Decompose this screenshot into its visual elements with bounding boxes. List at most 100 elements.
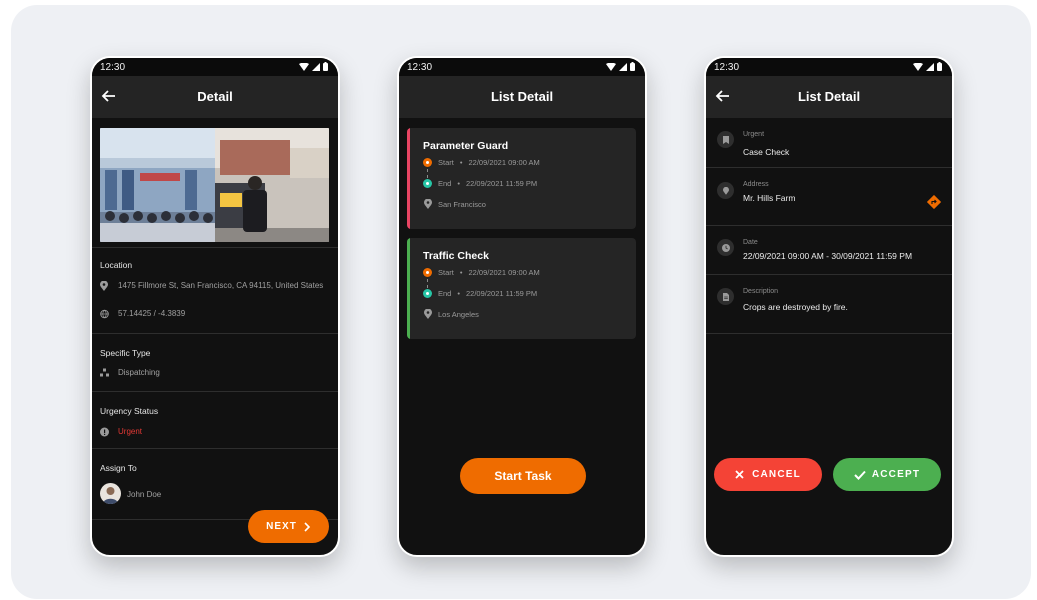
cancel-button[interactable]: CANCEL (714, 458, 822, 491)
task-location-row: San Francisco (423, 199, 486, 209)
globe-icon (100, 309, 109, 319)
assignee-name: John Doe (127, 490, 162, 499)
field-label: Urgent (743, 131, 765, 138)
urgency-section: Urgency Status Urgent (92, 392, 338, 449)
task-location: San Francisco (438, 199, 486, 209)
start-task-button[interactable]: Start Task (460, 458, 586, 494)
field-date: Date 22/09/2021 09:00 AM - 30/09/2021 11… (706, 226, 952, 275)
task-title: Traffic Check (423, 250, 489, 262)
task-start-row: Start • 22/09/2021 09:00 AM (423, 158, 540, 167)
urgency-title: Urgency Status (100, 406, 159, 416)
end-time: 22/09/2021 11:59 PM (466, 179, 538, 188)
location-pin-icon (722, 186, 729, 195)
address-text: 1475 Fillmore St, San Francisco, CA 9411… (118, 281, 324, 290)
wifi-icon (606, 62, 616, 71)
task-color-bar (407, 238, 410, 339)
bookmark-icon (722, 135, 729, 144)
status-bar: 12:30 (92, 58, 338, 76)
task-location: Los Angeles (438, 309, 479, 319)
field-icon-circle (717, 239, 734, 256)
battery-icon (323, 62, 328, 71)
phone-list-screen: 12:30 List Detail Parameter Guard Start •… (397, 56, 647, 557)
task-detail-fields: Urgent Case Check Address Mr. Hills Farm… (706, 118, 952, 555)
field-label: Description (743, 288, 779, 295)
task-card[interactable]: Parameter Guard Start • 22/09/2021 09:00 … (407, 128, 636, 229)
end-dot-icon (423, 289, 432, 298)
location-section: Location 1475 Fillmore St, San Francisco… (92, 247, 338, 334)
start-time: 22/09/2021 09:00 AM (468, 268, 540, 277)
start-label: Start (438, 158, 454, 167)
task-end-row: End • 22/09/2021 11:59 PM (423, 179, 537, 188)
task-end-row: End • 22/09/2021 11:59 PM (423, 289, 537, 298)
end-label: End (438, 289, 452, 298)
field-value: Case Check (743, 147, 790, 157)
clock-icon (721, 243, 730, 252)
assignee-avatar (100, 483, 121, 504)
location-pin-icon (424, 309, 432, 319)
field-label: Address (743, 181, 769, 188)
specific-type-row: Dispatching (100, 368, 326, 378)
user-avatar-icon (103, 487, 118, 504)
status-bar: 12:30 (399, 58, 645, 76)
field-icon-circle (717, 131, 734, 148)
status-bar: 12:30 (706, 58, 952, 76)
signal-icon (619, 62, 627, 71)
location-pin-icon (100, 281, 108, 291)
phone-detail-screen: 12:30 Detail Location 1475 Fillmore St, … (90, 56, 340, 557)
directions-icon[interactable] (927, 195, 941, 209)
status-icons (299, 62, 328, 71)
page-title: Detail (197, 89, 233, 104)
document-icon (722, 292, 729, 301)
assign-title: Assign To (100, 463, 137, 473)
task-color-bar (407, 128, 410, 229)
start-dot-icon (423, 158, 432, 167)
field-label: Date (743, 239, 758, 246)
specific-type-text: Dispatching (118, 368, 160, 377)
location-title: Location (100, 260, 133, 270)
field-icon-circle (717, 182, 734, 199)
page-title: List Detail (797, 89, 861, 104)
status-time: 12:30 (100, 62, 126, 73)
hierarchy-icon (100, 368, 109, 377)
accept-label: ACCEPT (871, 469, 921, 480)
end-dot-icon (423, 179, 432, 188)
check-icon (854, 470, 866, 480)
field-description: Description Crops are destroyed by fire. (706, 275, 952, 334)
status-time: 12:30 (714, 62, 740, 73)
end-label: End (438, 179, 452, 188)
start-task-label: Start Task (494, 469, 552, 483)
info-icon (100, 427, 109, 437)
field-value: Mr. Hills Farm (743, 193, 796, 203)
field-icon-circle (717, 288, 734, 305)
task-list: Parameter Guard Start • 22/09/2021 09:00 … (399, 118, 645, 555)
coords-row: 57.14425 / -4.3839 (100, 309, 326, 319)
task-card[interactable]: Traffic Check Start • 22/09/2021 09:00 AM… (407, 238, 636, 339)
start-time: 22/09/2021 09:00 AM (468, 158, 540, 167)
specific-type-section: Specific Type Dispatching (92, 334, 338, 392)
field-value: Crops are destroyed by fire. (743, 302, 848, 312)
field-value: 22/09/2021 09:00 AM - 30/09/2021 11:59 P… (743, 251, 913, 261)
chevron-right-icon (304, 521, 310, 532)
coords-text: 57.14425 / -4.3839 (118, 309, 186, 318)
field-address: Address Mr. Hills Farm (706, 168, 952, 226)
page-title: List Detail (490, 89, 554, 104)
battery-icon (937, 62, 942, 71)
status-time: 12:30 (407, 62, 433, 73)
urgency-value: Urgent (118, 427, 143, 436)
status-icons (913, 62, 942, 71)
phone-task-detail-screen: 12:30 List Detail Urgent Case Check Addr… (704, 56, 954, 557)
timeline-connector (427, 169, 428, 178)
battery-icon (630, 62, 635, 71)
cancel-label: CANCEL (752, 469, 801, 480)
accept-button[interactable]: ACCEPT (833, 458, 941, 491)
next-button[interactable]: NEXT (248, 510, 329, 543)
app-bar: List Detail (706, 76, 952, 118)
task-title: Parameter Guard (423, 140, 509, 152)
task-start-row: Start • 22/09/2021 09:00 AM (423, 268, 540, 277)
address-row: 1475 Fillmore St, San Francisco, CA 9411… (100, 281, 326, 291)
wifi-icon (913, 62, 923, 71)
end-time: 22/09/2021 11:59 PM (466, 289, 538, 298)
wifi-icon (299, 62, 309, 71)
crowd-and-officer-photo (100, 128, 329, 242)
signal-icon (926, 62, 934, 71)
